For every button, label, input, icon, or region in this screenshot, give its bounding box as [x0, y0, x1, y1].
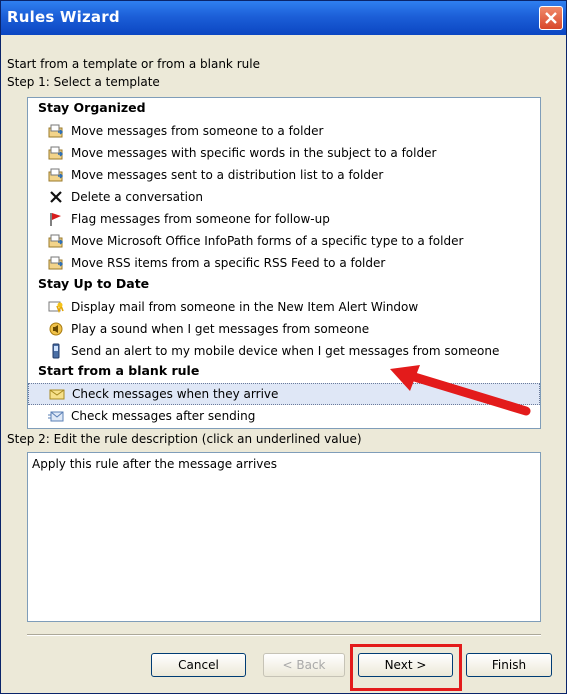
sent-mail-icon	[48, 408, 64, 424]
step1-label: Step 1: Select a template	[7, 75, 160, 89]
template-item-label: Move RSS items from a specific RSS Feed …	[71, 256, 386, 270]
template-item[interactable]: Move messages from someone to a folder	[28, 120, 540, 142]
next-highlight-box	[350, 644, 462, 691]
group-stay-organized: Stay Organized	[38, 100, 146, 115]
move-folder-icon	[48, 255, 64, 271]
alert-window-icon	[48, 299, 64, 315]
template-item-label: Flag messages from someone for follow-up	[71, 212, 330, 226]
cancel-button[interactable]: Cancel	[151, 653, 246, 677]
title-bar: Rules Wizard	[1, 1, 566, 35]
move-folder-icon	[48, 233, 64, 249]
finish-button[interactable]: Finish	[466, 653, 552, 677]
rule-description-text: Apply this rule after the message arrive…	[32, 457, 278, 471]
move-folder-icon	[48, 167, 64, 183]
window-title: Rules Wizard	[7, 8, 120, 26]
intro-label: Start from a template or from a blank ru…	[7, 57, 260, 71]
mobile-device-icon	[48, 343, 64, 359]
template-item-label: Check messages after sending	[71, 409, 256, 423]
template-item-label: Play a sound when I get messages from so…	[71, 322, 370, 336]
rules-wizard-window: Rules Wizard Start from a template or fr…	[0, 0, 567, 694]
move-folder-icon	[48, 145, 64, 161]
template-item-label: Check messages when they arrive	[72, 387, 279, 401]
red-flag-icon	[48, 211, 64, 227]
template-item[interactable]: Move Microsoft Office InfoPath forms of …	[28, 230, 540, 252]
group-stay-up-to-date: Stay Up to Date	[38, 276, 150, 291]
template-item[interactable]: Play a sound when I get messages from so…	[28, 318, 540, 340]
template-item-label: Delete a conversation	[71, 190, 203, 204]
template-item-label: Move messages sent to a distribution lis…	[71, 168, 384, 182]
template-item[interactable]: Move messages with specific words in the…	[28, 142, 540, 164]
red-arrow-annotation	[390, 365, 531, 416]
delete-x-icon	[48, 189, 64, 205]
template-item[interactable]: Delete a conversation	[28, 186, 540, 208]
move-folder-icon	[48, 123, 64, 139]
template-item-label: Display mail from someone in the New Ite…	[71, 300, 419, 314]
step2-label: Step 2: Edit the rule description (click…	[7, 432, 362, 446]
rule-description-box[interactable]: Apply this rule after the message arrive…	[27, 452, 541, 622]
template-item[interactable]: Move RSS items from a specific RSS Feed …	[28, 252, 540, 274]
close-icon	[545, 12, 557, 24]
template-item-label: Move Microsoft Office InfoPath forms of …	[71, 234, 464, 248]
close-button[interactable]	[539, 6, 563, 30]
template-item-label: Move messages with specific words in the…	[71, 146, 437, 160]
template-item[interactable]: Flag messages from someone for follow-up	[28, 208, 540, 230]
speaker-icon	[48, 321, 64, 337]
template-item[interactable]: Move messages sent to a distribution lis…	[28, 164, 540, 186]
template-item[interactable]: Display mail from someone in the New Ite…	[28, 296, 540, 318]
group-start-from-blank-rule: Start from a blank rule	[38, 363, 200, 378]
template-item-label: Move messages from someone to a folder	[71, 124, 324, 138]
envelope-icon	[49, 386, 65, 402]
template-item-label: Send an alert to my mobile device when I…	[71, 344, 500, 358]
back-button[interactable]: < Back	[263, 653, 345, 677]
separator	[27, 634, 541, 636]
